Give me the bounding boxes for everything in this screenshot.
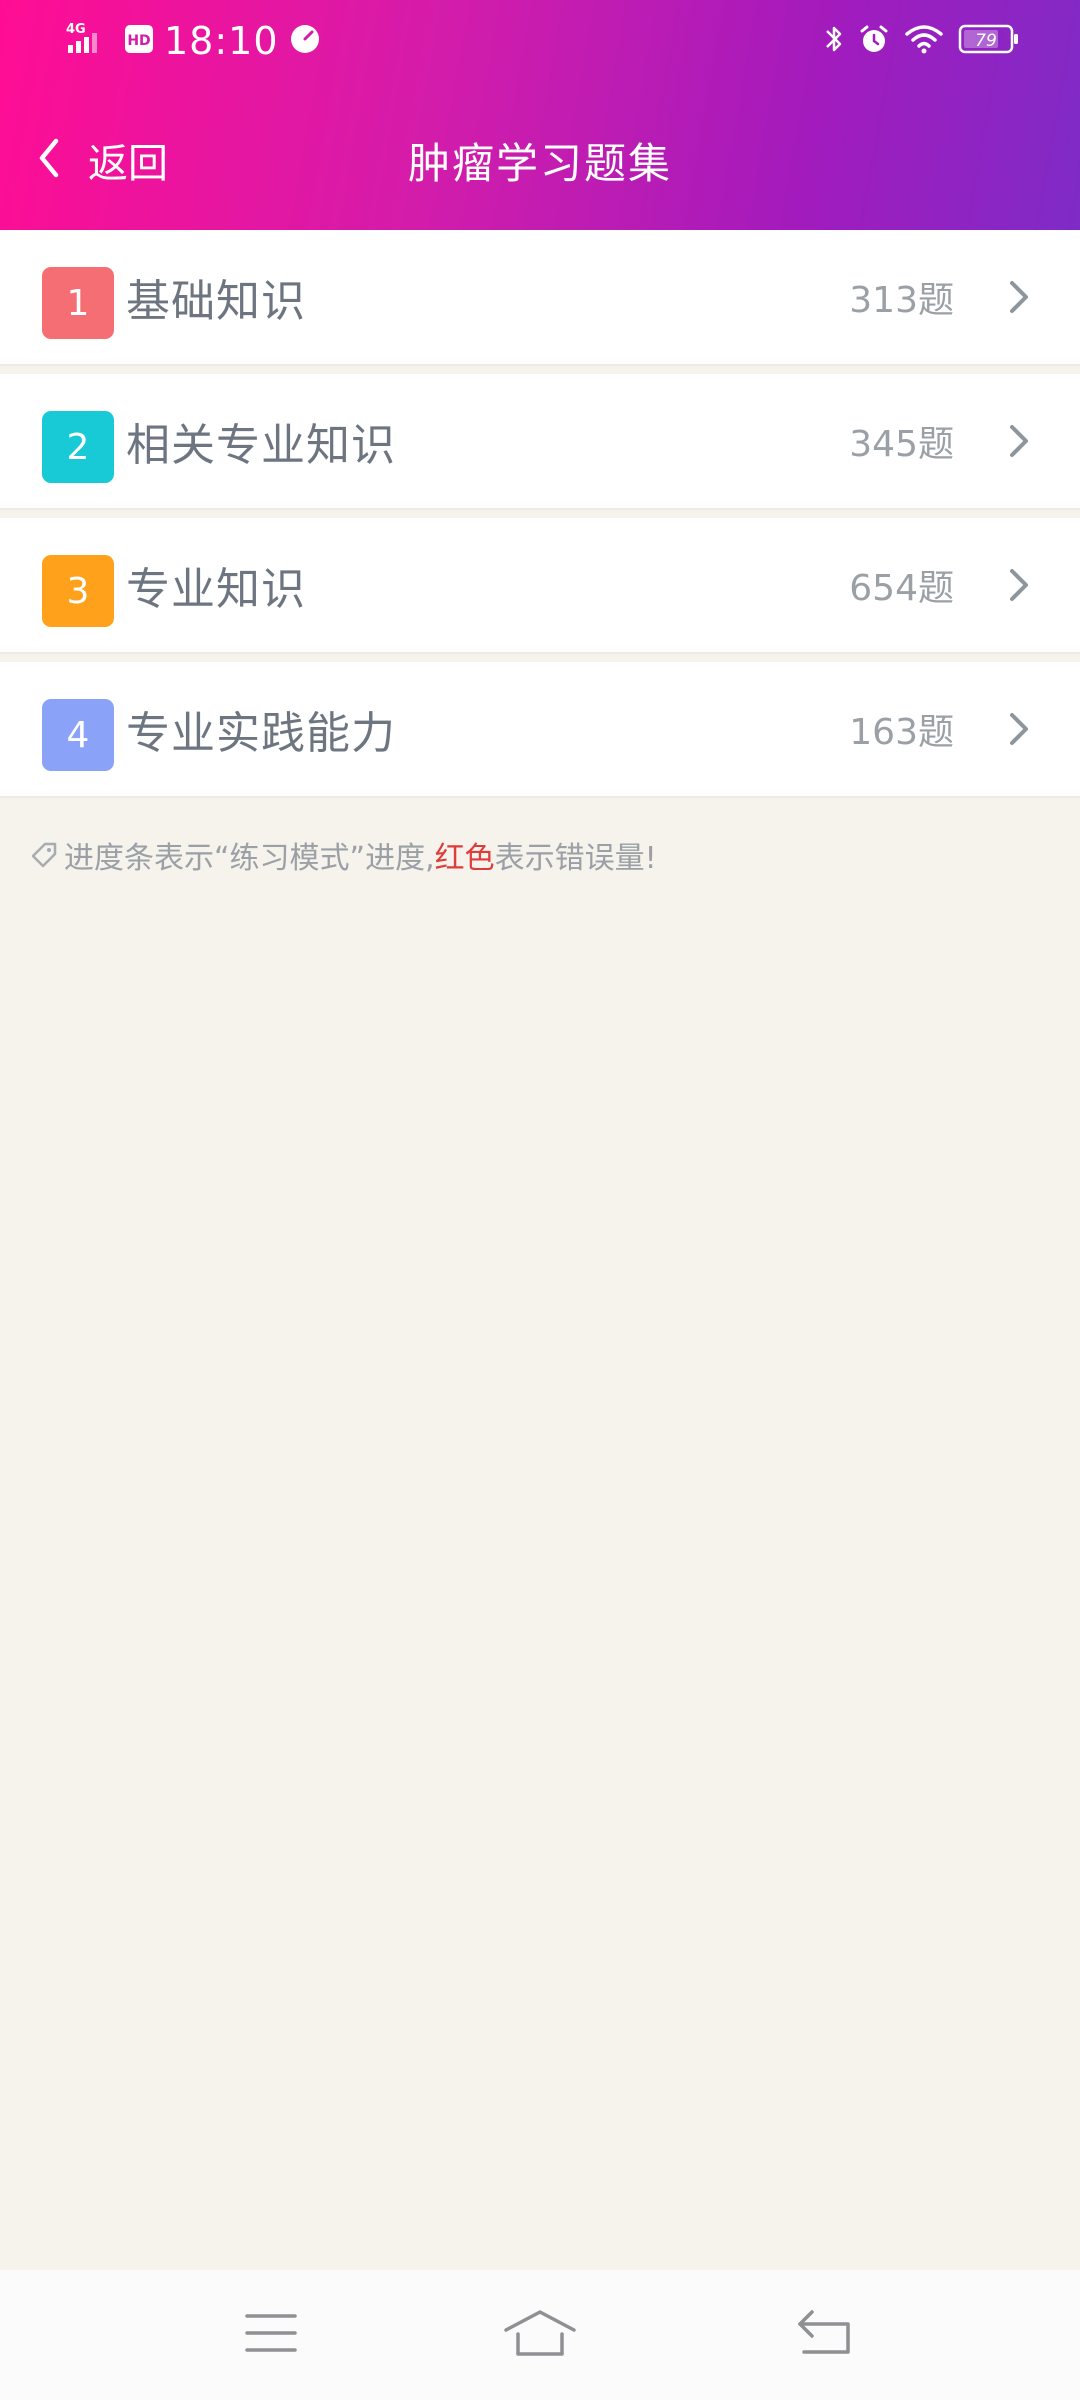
note-text-suffix: 表示错误量! bbox=[494, 841, 657, 876]
item-index-badge: 2 bbox=[42, 411, 114, 483]
chevron-right-icon bbox=[998, 565, 1038, 605]
list-item[interactable]: 1 基础知识 313题 bbox=[0, 230, 1080, 364]
hd-icon: HD bbox=[124, 24, 154, 58]
return-button[interactable] bbox=[784, 2300, 864, 2370]
status-bar: 4G HD 18:10 79 bbox=[0, 0, 1080, 80]
list-item[interactable]: 3 专业知识 654题 bbox=[0, 518, 1080, 652]
item-title: 专业知识 bbox=[126, 564, 306, 615]
back-button[interactable]: 返回 bbox=[32, 110, 168, 210]
system-nav-bar bbox=[0, 2270, 1080, 2400]
wifi-icon bbox=[904, 23, 944, 59]
item-count: 163题 bbox=[849, 712, 954, 753]
nav-bar: 返回 肿瘤学习题集 bbox=[0, 110, 1080, 210]
home-button[interactable] bbox=[500, 2300, 580, 2370]
note-text-red: 红色 bbox=[434, 841, 495, 876]
progress-note: 进度条表示“练习模式”进度, 红色 表示错误量! bbox=[28, 830, 657, 880]
speedometer-icon bbox=[289, 23, 321, 59]
item-count: 654题 bbox=[849, 568, 954, 609]
svg-text:HD: HD bbox=[127, 33, 150, 49]
alarm-icon bbox=[858, 23, 890, 59]
chevron-left-icon bbox=[32, 135, 66, 185]
item-count: 313题 bbox=[849, 280, 954, 321]
item-title: 基础知识 bbox=[126, 276, 306, 327]
item-index-badge: 3 bbox=[42, 555, 114, 627]
svg-text:79: 79 bbox=[975, 31, 997, 51]
chevron-right-icon bbox=[998, 709, 1038, 749]
battery-icon: 79 bbox=[958, 23, 1020, 59]
category-list: 1 基础知识 313题 2 相关专业知识 345题 3 专业知识 654题 4 … bbox=[0, 230, 1080, 806]
item-count: 345题 bbox=[849, 424, 954, 465]
item-title: 专业实践能力 bbox=[126, 708, 396, 759]
list-item[interactable]: 4 专业实践能力 163题 bbox=[0, 662, 1080, 796]
back-label: 返回 bbox=[88, 141, 168, 187]
item-index-badge: 4 bbox=[42, 699, 114, 771]
list-item[interactable]: 2 相关专业知识 345题 bbox=[0, 374, 1080, 508]
home-icon bbox=[504, 2308, 576, 2362]
chevron-right-icon bbox=[998, 277, 1038, 317]
chevron-right-icon bbox=[998, 421, 1038, 461]
header: 4G HD 18:10 79 返回 肿瘤学习题集 bbox=[0, 0, 1080, 230]
clock-time: 18:10 bbox=[164, 19, 279, 63]
note-text-prefix: 进度条表示“练习模式”进度, bbox=[64, 841, 435, 876]
item-title: 相关专业知识 bbox=[126, 420, 396, 471]
menu-icon bbox=[243, 2310, 299, 2360]
status-right: 79 bbox=[824, 16, 1020, 66]
status-left: 4G HD 18:10 bbox=[66, 16, 321, 66]
return-icon bbox=[794, 2308, 854, 2362]
svg-text:4G: 4G bbox=[66, 22, 86, 37]
signal-icon: 4G bbox=[66, 19, 114, 63]
menu-button[interactable] bbox=[231, 2300, 311, 2370]
tag-icon bbox=[28, 839, 60, 871]
item-index-badge: 1 bbox=[42, 267, 114, 339]
bluetooth-icon bbox=[824, 22, 844, 60]
